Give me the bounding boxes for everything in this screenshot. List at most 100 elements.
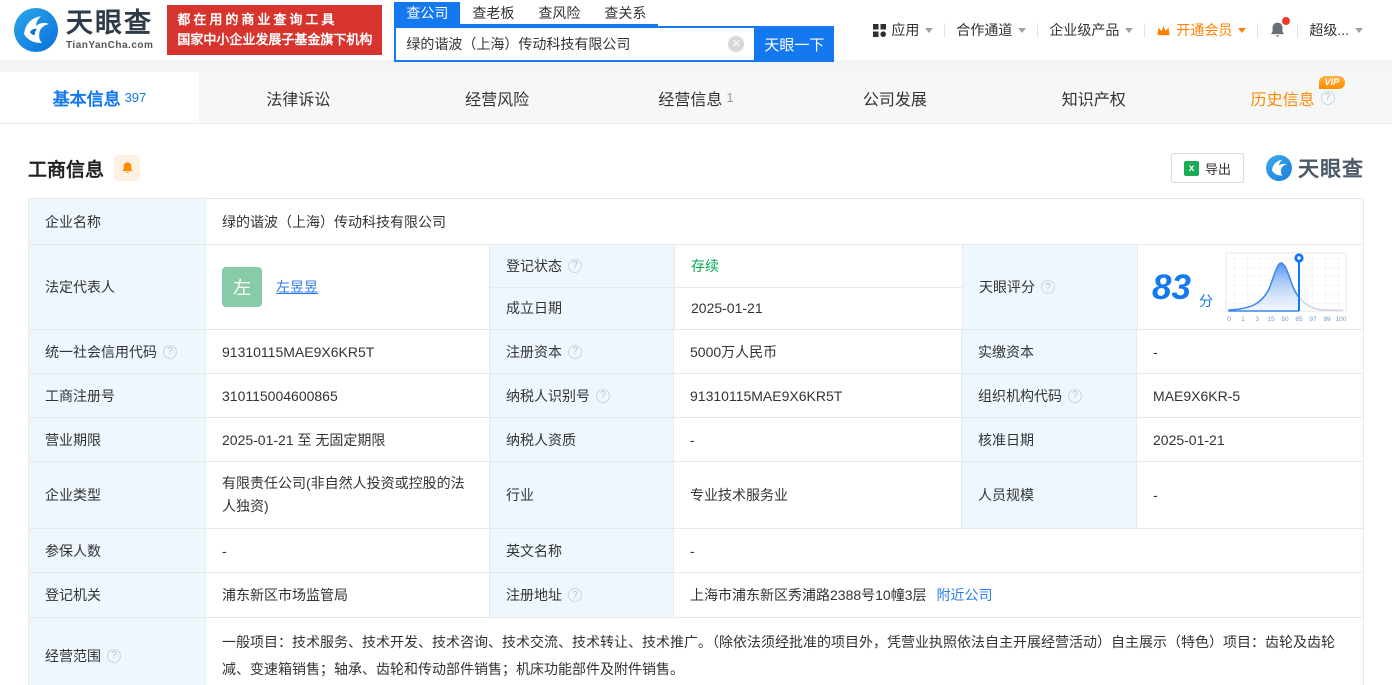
tab-label: 基本信息 (52, 90, 121, 109)
tianyancha-logo-icon (14, 8, 58, 52)
table-row: 营业期限 2025-01-21 至 无固定期限 纳税人资质 - 核准日期 202… (29, 417, 1363, 461)
taxpayer-quals-value: - (673, 418, 961, 461)
top-header: 天眼查 TianYanCha.com 都在用的商业查询工具 国家中小企业发展子基… (0, 0, 1392, 62)
nav-apps[interactable]: 应用 (862, 20, 944, 40)
tab-basic-info[interactable]: 基本信息 397 (0, 72, 199, 123)
chevron-down-icon (1238, 27, 1247, 33)
promo-line2: 国家中小企业发展子基金旗下机构 (177, 32, 373, 47)
reg-capital-value: 5000万人民币 (673, 330, 961, 373)
table-row: 企业名称 绿的谐波（上海）传动科技有限公司 (29, 199, 1363, 244)
tianyancha-logo[interactable]: 天眼查 TianYanCha.com (14, 8, 153, 52)
field-label: 登记状态 ? (490, 245, 674, 287)
nav-enterprise-label: 企业级产品 (1049, 22, 1120, 38)
search-tabs: 查公司 查老板 查风险 查关系 (394, 2, 659, 26)
tab-label: 历史信息 (1250, 91, 1315, 109)
tianyancha-logo-icon (1266, 155, 1292, 181)
help-icon[interactable]: ? (107, 648, 121, 663)
reg-number-value: 310115004600865 (205, 374, 489, 417)
svg-text:1: 1 (1241, 316, 1245, 323)
avatar[interactable]: 左 (222, 267, 262, 307)
tab-company-development[interactable]: 公司发展 (795, 72, 994, 123)
main-content: 工商信息 x 导出 天眼查 企业名称 绿的谐波（上海）传动科技有限公司 法定代表… (0, 150, 1392, 685)
label-text: 登记状态 (506, 257, 562, 274)
business-term-value: 2025-01-21 至 无固定期限 (205, 418, 489, 461)
org-code-value: MAE9X6KR-5 (1136, 374, 1363, 417)
english-name-value: - (673, 529, 1363, 573)
search-button[interactable]: 天眼一下 (754, 26, 835, 62)
tab-intellectual-property[interactable]: 知识产权 (994, 72, 1193, 123)
help-icon[interactable]: ? (1320, 90, 1335, 105)
watermark-text: 天眼查 (1298, 158, 1364, 181)
score-ticks: 0 1 3 15 50 85 97 99 100 (1227, 316, 1347, 323)
bell-icon (121, 162, 133, 174)
logo-domain: TianYanCha.com (66, 39, 154, 51)
score-marker-pin-dot (1297, 256, 1301, 260)
search-tab-relation[interactable]: 查关系 (592, 2, 658, 24)
company-name-value: 绿的谐波（上海）传动科技有限公司 (205, 199, 1363, 244)
promo-banner: 都在用的商业查询工具 国家中小企业发展子基金旗下机构 (167, 4, 383, 56)
field-label: 工商注册号 (29, 374, 205, 417)
help-icon[interactable]: ? (1041, 280, 1055, 294)
search-tab-boss[interactable]: 查老板 (460, 2, 526, 24)
score-cell: 83 分 0 1 3 15 50 85 97 99 100 (1137, 245, 1363, 329)
tab-operating-risk[interactable]: 经营风险 (398, 72, 597, 123)
score-unit: 分 (1198, 293, 1213, 309)
chevron-down-icon (1355, 27, 1363, 33)
tab-history-info[interactable]: 历史信息 ? VIP (1193, 72, 1392, 123)
mid-subtable: 登记状态 ? 存续 成立日期 2025-01-21 (489, 245, 962, 329)
grid-icon (873, 23, 887, 37)
tab-legal[interactable]: 法律诉讼 (199, 72, 398, 123)
help-icon[interactable]: ? (568, 258, 582, 273)
help-icon[interactable]: ? (596, 388, 610, 403)
field-label: 经营范围 ? (29, 618, 205, 685)
notification-dot (1282, 17, 1291, 25)
table-row: 企业类型 有限责任公司(非自然人投资或控股的法人独资) 行业 专业技术服务业 人… (29, 461, 1363, 529)
nav-notifications[interactable] (1258, 17, 1297, 39)
credit-code-value: 91310115MAE9X6KR5T (205, 330, 489, 373)
field-label: 注册资本 ? (489, 330, 673, 373)
field-label: 企业名称 (29, 199, 205, 244)
paid-capital-value: - (1136, 330, 1363, 373)
nav-super-label: 超级... (1309, 22, 1349, 38)
field-label: 企业类型 (29, 462, 205, 529)
search-tab-risk[interactable]: 查风险 (526, 2, 592, 24)
table-row: 经营范围 ? 一般项目：技术服务、技术开发、技术咨询、技术交流、技术转让、技术推… (29, 617, 1363, 685)
help-icon[interactable]: ? (568, 344, 582, 359)
table-row: 参保人数 - 英文名称 - (29, 528, 1363, 573)
reg-authority-value: 浦东新区市场监管局 (205, 573, 489, 618)
search-tab-company[interactable]: 查公司 (394, 2, 461, 24)
tab-label: 经营信息 (658, 91, 723, 109)
field-label: 人员规模 (961, 462, 1136, 529)
reg-status-value: 存续 (674, 245, 962, 287)
search-input[interactable] (394, 26, 755, 62)
export-button[interactable]: x 导出 (1170, 153, 1244, 183)
chevron-down-icon (1018, 27, 1027, 33)
nav-vip-label: 开通会员 (1176, 22, 1233, 38)
logo-title: 天眼查 (66, 7, 153, 38)
nav-partner[interactable]: 合作通道 (945, 20, 1037, 40)
legal-rep-link[interactable]: 左昱昱 (276, 277, 318, 297)
nav-enterprise[interactable]: 企业级产品 (1038, 20, 1144, 40)
logo-text: 天眼查 TianYanCha.com (66, 7, 154, 51)
top-nav: 应用 合作通道 企业级产品 开通会员 超级... (862, 17, 1374, 40)
help-icon[interactable]: ? (1068, 388, 1082, 403)
nav-super-vip[interactable]: 超级... (1298, 20, 1374, 40)
field-label: 实缴资本 (961, 330, 1136, 373)
page-tabs: 基本信息 397 法律诉讼 经营风险 经营信息 1 公司发展 知识产权 历史信息… (0, 72, 1392, 124)
tab-business-info[interactable]: 经营信息 1 (597, 72, 796, 123)
vip-badge: VIP (1318, 76, 1346, 89)
subscribe-bell-button[interactable] (114, 155, 141, 181)
label-text: 组织机构代码 (978, 387, 1062, 404)
svg-text:100: 100 (1336, 316, 1347, 323)
excel-icon: x (1183, 160, 1199, 176)
label-text: 经营范围 (45, 647, 101, 664)
nav-open-vip[interactable]: 开通会员 (1145, 20, 1257, 40)
reg-address-cell: 上海市浦东新区秀浦路2388号10幢3层 附近公司 (673, 573, 1363, 618)
nearby-companies-link[interactable]: 附近公司 (937, 585, 993, 605)
label-text: 注册资本 (506, 343, 562, 360)
svg-text:99: 99 (1323, 316, 1331, 323)
help-icon[interactable]: ? (568, 588, 582, 603)
help-icon[interactable]: ? (163, 344, 177, 359)
table-row: 统一社会信用代码 ? 91310115MAE9X6KR5T 注册资本 ? 500… (29, 329, 1363, 373)
field-label: 英文名称 (489, 529, 673, 573)
